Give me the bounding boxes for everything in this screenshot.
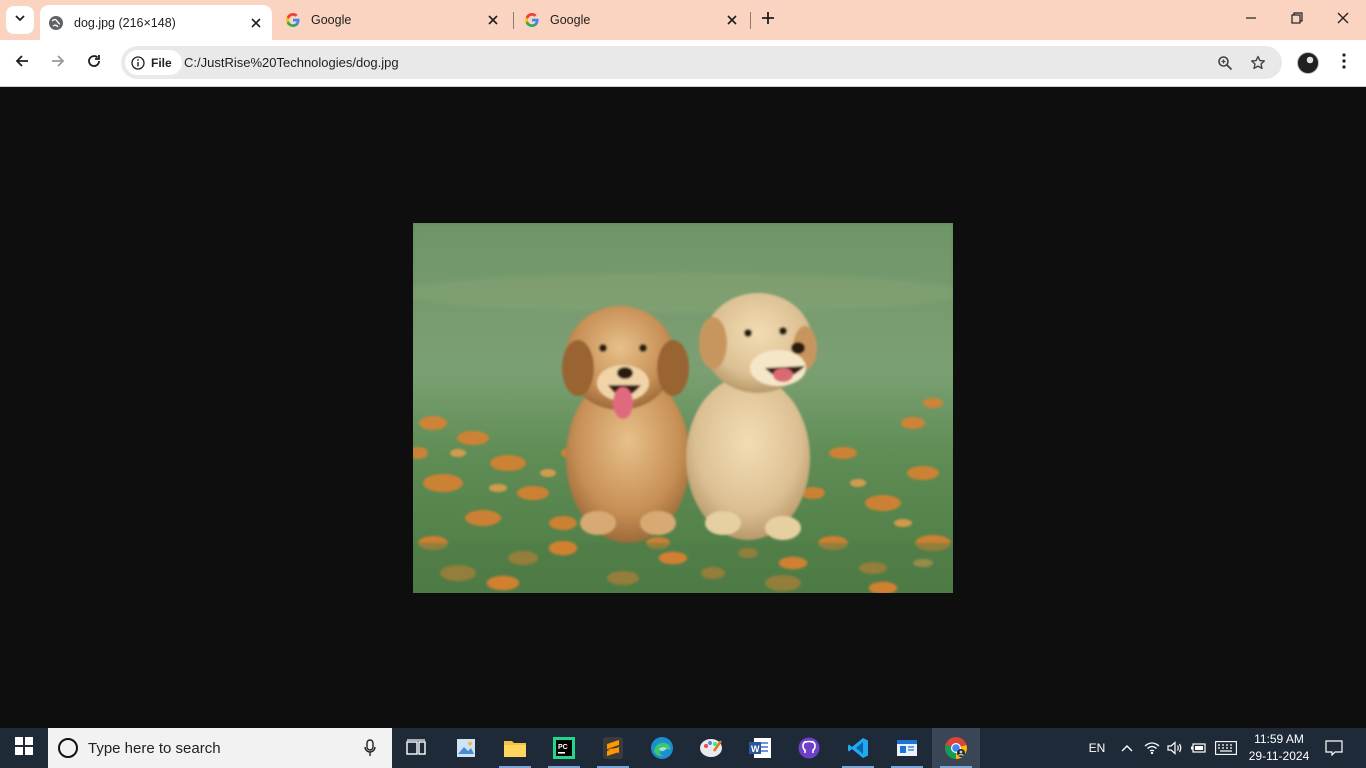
browser-toolbar: File C:/JustRise%20Technologies/dog.jpg (0, 40, 1366, 87)
site-info-chip[interactable]: File (125, 50, 182, 75)
reload-button[interactable] (79, 48, 109, 78)
task-view-icon[interactable] (392, 728, 440, 768)
word-icon[interactable]: W (736, 728, 784, 768)
clock-date: 29-11-2024 (1248, 749, 1310, 763)
language-indicator[interactable]: EN (1083, 728, 1111, 768)
tab-search-button[interactable] (6, 6, 34, 34)
minimize-icon (1245, 11, 1257, 29)
edge-icon[interactable] (638, 728, 686, 768)
new-tab-button[interactable] (756, 8, 780, 32)
browser-menu-button[interactable] (1333, 50, 1355, 76)
close-icon (1337, 11, 1349, 29)
dog-image (413, 223, 953, 593)
arrow-right-icon (50, 53, 66, 74)
image-viewer (0, 87, 1366, 728)
chrome-icon[interactable] (932, 728, 980, 768)
tab-title: Google (311, 13, 352, 27)
back-button[interactable] (7, 48, 37, 78)
close-window-button[interactable] (1320, 0, 1366, 40)
profile-avatar[interactable] (1297, 52, 1319, 74)
sublime-text-icon[interactable] (589, 728, 637, 768)
clock-time: 11:59 AM (1254, 732, 1304, 746)
taskbar-clock[interactable]: 11:59 AM 29-11-2024 (1240, 731, 1318, 765)
tab-separator (513, 12, 514, 29)
tab-title: Google (550, 13, 591, 27)
windows-logo-icon (15, 736, 33, 760)
minimize-button[interactable] (1228, 0, 1274, 40)
restore-button[interactable] (1274, 0, 1320, 40)
google-g-icon (285, 12, 301, 28)
plus-icon (761, 11, 775, 30)
windows-taskbar: Type here to search PC W EN 11:59 AM 29-… (0, 728, 1366, 768)
volume-icon[interactable] (1164, 728, 1186, 768)
url-text: C:/JustRise%20Technologies/dog.jpg (184, 55, 399, 70)
vscode-icon[interactable] (834, 728, 882, 768)
battery-icon[interactable] (1187, 728, 1209, 768)
address-bar[interactable]: File C:/JustRise%20Technologies/dog.jpg (121, 46, 1282, 79)
microphone-icon[interactable] (360, 736, 380, 760)
chip-label: File (151, 55, 172, 70)
keyboard-icon[interactable] (1212, 728, 1240, 768)
info-icon (131, 55, 145, 70)
svg-text:W: W (751, 744, 760, 754)
notepad-app-icon[interactable] (883, 728, 931, 768)
svg-text:PC: PC (558, 744, 568, 751)
start-button[interactable] (0, 728, 48, 768)
zoom-icon[interactable] (1214, 52, 1236, 74)
bookmark-star-icon[interactable] (1247, 52, 1269, 74)
search-placeholder: Type here to search (88, 739, 221, 757)
tab-google-1[interactable]: Google (277, 5, 509, 35)
close-tab-icon[interactable] (483, 10, 503, 30)
close-tab-icon[interactable] (246, 13, 266, 33)
file-explorer-icon[interactable] (491, 728, 539, 768)
tab-google-2[interactable]: Google (516, 5, 748, 35)
tab-dog-jpg[interactable]: dog.jpg (216×148) (40, 5, 272, 40)
wifi-icon[interactable] (1141, 728, 1163, 768)
tab-strip: dog.jpg (216×148) Google Google (0, 0, 1366, 40)
chevron-down-icon (14, 11, 26, 29)
pycharm-icon[interactable]: PC (540, 728, 588, 768)
cortana-icon (58, 738, 78, 758)
tab-title: dog.jpg (216×148) (74, 15, 176, 30)
reload-icon (86, 53, 102, 74)
chevron-up-icon[interactable] (1116, 728, 1138, 768)
forward-button[interactable] (43, 48, 73, 78)
more-vertical-icon (1342, 52, 1346, 74)
close-tab-icon[interactable] (722, 10, 742, 30)
tab-separator (750, 12, 751, 29)
google-g-icon (524, 12, 540, 28)
taskbar-search[interactable]: Type here to search (48, 728, 392, 768)
arrow-left-icon (14, 53, 30, 74)
github-desktop-icon[interactable] (785, 728, 833, 768)
globe-icon (48, 15, 64, 31)
paint-icon[interactable] (687, 728, 735, 768)
restore-icon (1291, 11, 1303, 29)
notification-icon[interactable] (1320, 728, 1348, 768)
photos-icon[interactable] (442, 728, 490, 768)
